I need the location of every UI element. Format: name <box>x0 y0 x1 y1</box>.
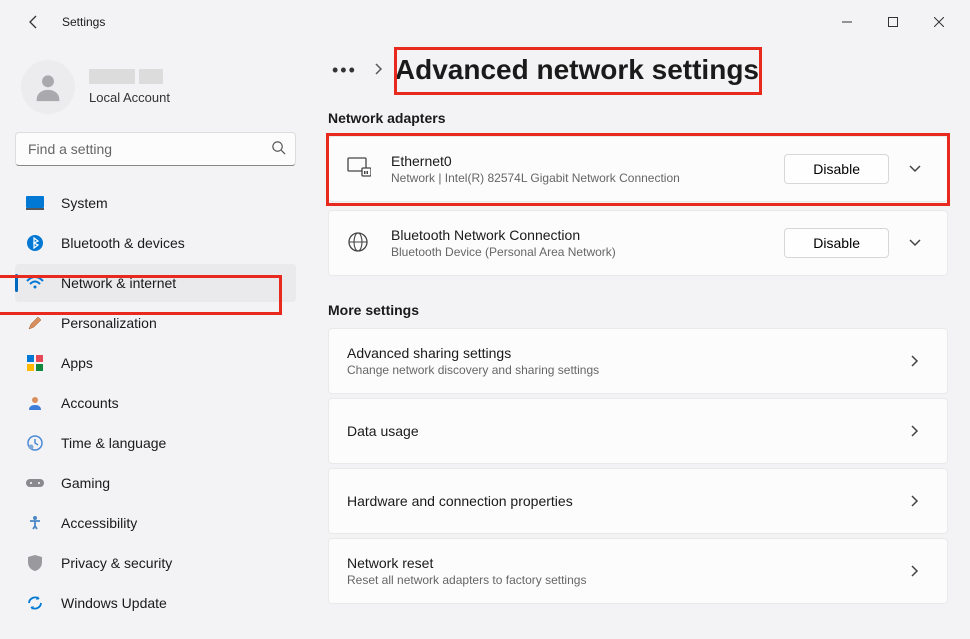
setting-title: Data usage <box>347 423 901 439</box>
back-button[interactable] <box>18 6 50 38</box>
sidebar-item-privacy[interactable]: Privacy & security <box>15 544 296 582</box>
sidebar-item-label: Time & language <box>61 435 166 451</box>
section-more-label: More settings <box>328 302 948 318</box>
window-title: Settings <box>62 15 105 29</box>
brush-icon <box>25 313 45 333</box>
sidebar-item-label: Personalization <box>61 315 157 331</box>
setting-row-hardware[interactable]: Hardware and connection properties <box>328 468 948 534</box>
adapter-name: Ethernet0 <box>391 153 784 169</box>
arrow-left-icon <box>26 14 42 30</box>
maximize-button[interactable] <box>870 6 916 38</box>
chevron-right-icon <box>901 564 929 578</box>
adapter-name: Bluetooth Network Connection <box>391 227 784 243</box>
sidebar-item-label: Gaming <box>61 475 110 491</box>
ethernet-icon <box>347 157 371 181</box>
sidebar-item-gaming[interactable]: Gaming <box>15 464 296 502</box>
user-account-type: Local Account <box>89 90 170 105</box>
sidebar-item-bluetooth[interactable]: Bluetooth & devices <box>15 224 296 262</box>
shield-icon <box>25 553 45 573</box>
sidebar-item-accessibility[interactable]: Accessibility <box>15 504 296 542</box>
sidebar-item-label: Windows Update <box>61 595 167 611</box>
sidebar-item-accounts[interactable]: Accounts <box>15 384 296 422</box>
sidebar-item-system[interactable]: System <box>15 184 296 222</box>
titlebar: Settings <box>0 0 970 44</box>
sidebar-item-label: Accounts <box>61 395 119 411</box>
disable-button[interactable]: Disable <box>784 154 889 184</box>
sidebar-item-label: Network & internet <box>61 275 176 291</box>
system-icon <box>25 193 45 213</box>
sidebar-item-network[interactable]: Network & internet <box>15 264 296 302</box>
adapter-desc: Bluetooth Device (Personal Area Network) <box>391 245 784 259</box>
wifi-icon <box>25 273 45 293</box>
chevron-down-icon[interactable] <box>901 238 929 248</box>
setting-row-data-usage[interactable]: Data usage <box>328 398 948 464</box>
sidebar-item-update[interactable]: Windows Update <box>15 584 296 622</box>
page-title: Advanced network settings <box>395 54 759 86</box>
setting-sub: Change network discovery and sharing set… <box>347 363 901 377</box>
apps-icon <box>25 353 45 373</box>
section-adapters-label: Network adapters <box>328 110 948 126</box>
close-icon <box>934 17 944 27</box>
close-button[interactable] <box>916 6 962 38</box>
maximize-icon <box>888 17 898 27</box>
chevron-right-icon <box>373 62 383 78</box>
setting-title: Hardware and connection properties <box>347 493 901 509</box>
user-block[interactable]: Local Account <box>21 60 296 114</box>
bluetooth-icon <box>25 233 45 253</box>
gamepad-icon <box>25 473 45 493</box>
adapter-row-ethernet[interactable]: Ethernet0 Network | Intel(R) 82574L Giga… <box>328 136 948 202</box>
adapter-desc: Network | Intel(R) 82574L Gigabit Networ… <box>391 171 784 185</box>
update-icon <box>25 593 45 613</box>
setting-title: Network reset <box>347 555 901 571</box>
disable-button[interactable]: Disable <box>784 228 889 258</box>
accessibility-icon <box>25 513 45 533</box>
minimize-icon <box>842 17 852 27</box>
sidebar-item-label: System <box>61 195 108 211</box>
search-input[interactable] <box>15 132 296 166</box>
sidebar-item-label: Bluetooth & devices <box>61 235 185 251</box>
sidebar-item-time[interactable]: Time & language <box>15 424 296 462</box>
sidebar-item-label: Accessibility <box>61 515 137 531</box>
avatar-icon <box>31 70 65 104</box>
sidebar-item-label: Privacy & security <box>61 555 172 571</box>
setting-row-sharing[interactable]: Advanced sharing settings Change network… <box>328 328 948 394</box>
search-icon <box>271 140 286 158</box>
clock-icon <box>25 433 45 453</box>
avatar <box>21 60 75 114</box>
chevron-right-icon <box>901 424 929 438</box>
sidebar-item-personalization[interactable]: Personalization <box>15 304 296 342</box>
setting-row-reset[interactable]: Network reset Reset all network adapters… <box>328 538 948 604</box>
globe-icon <box>347 231 371 255</box>
minimize-button[interactable] <box>824 6 870 38</box>
chevron-right-icon <box>901 494 929 508</box>
chevron-right-icon <box>901 354 929 368</box>
sidebar-item-label: Apps <box>61 355 93 371</box>
sidebar-item-apps[interactable]: Apps <box>15 344 296 382</box>
user-name-redacted <box>89 69 170 84</box>
breadcrumb-overflow[interactable]: ••• <box>328 56 361 85</box>
adapter-row-bluetooth[interactable]: Bluetooth Network Connection Bluetooth D… <box>328 210 948 276</box>
chevron-down-icon[interactable] <box>901 164 929 174</box>
person-icon <box>25 393 45 413</box>
setting-title: Advanced sharing settings <box>347 345 901 361</box>
setting-sub: Reset all network adapters to factory se… <box>347 573 901 587</box>
